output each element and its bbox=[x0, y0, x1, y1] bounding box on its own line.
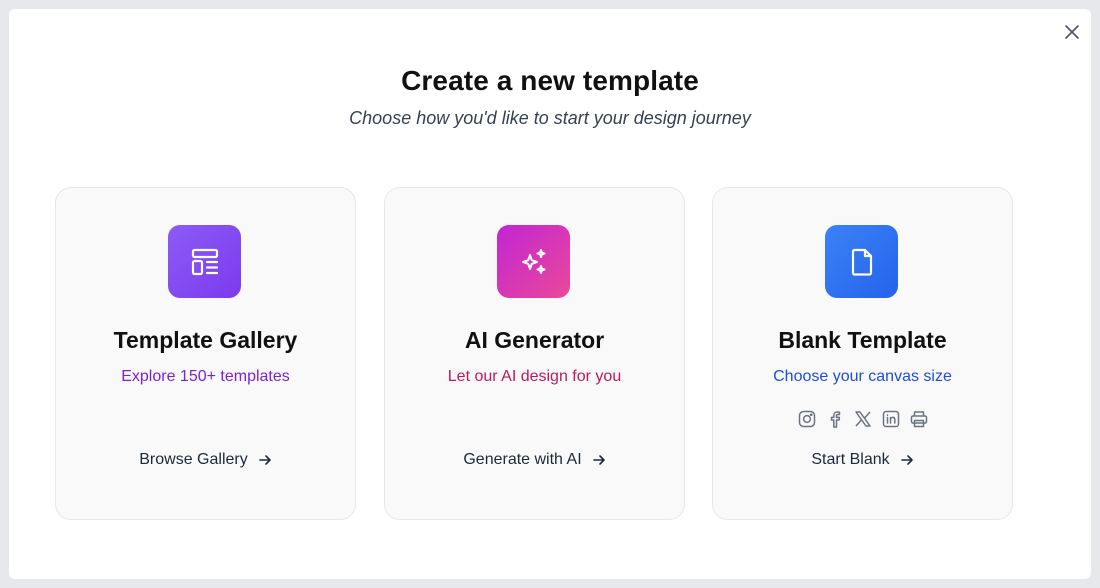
generate-with-ai-label: Generate with AI bbox=[463, 451, 582, 468]
facebook-icon[interactable] bbox=[825, 409, 845, 429]
blank-template-title: Blank Template bbox=[778, 327, 947, 353]
blank-template-icon-tile bbox=[825, 225, 898, 298]
ai-generator-subtitle: Let our AI design for you bbox=[447, 368, 622, 385]
close-button[interactable] bbox=[1062, 22, 1082, 42]
file-icon bbox=[851, 248, 872, 276]
template-gallery-title: Template Gallery bbox=[113, 327, 298, 353]
template-gallery-card[interactable]: Template Gallery Explore 150+ templates … bbox=[55, 187, 356, 520]
arrow-right-icon bbox=[258, 453, 272, 467]
printer-icon[interactable] bbox=[909, 409, 929, 429]
browse-gallery-label: Browse Gallery bbox=[139, 451, 248, 468]
linkedin-icon[interactable] bbox=[881, 409, 901, 429]
template-gallery-subtitle: Explore 150+ templates bbox=[121, 368, 290, 385]
start-blank-button[interactable]: Start Blank bbox=[713, 451, 1012, 469]
arrow-right-icon bbox=[592, 453, 606, 467]
dialog-subtitle: Choose how you'd like to start your desi… bbox=[349, 108, 751, 128]
layout-template-icon bbox=[191, 248, 218, 275]
close-icon bbox=[1065, 25, 1079, 39]
x-icon[interactable] bbox=[853, 409, 873, 429]
sparkles-icon bbox=[521, 248, 545, 274]
browse-gallery-button[interactable]: Browse Gallery bbox=[56, 451, 355, 469]
create-template-dialog: Create a new template Choose how you'd l… bbox=[9, 9, 1091, 579]
instagram-icon[interactable] bbox=[797, 409, 817, 429]
ai-generator-icon-tile bbox=[497, 225, 570, 298]
ai-generator-card[interactable]: AI Generator Let our AI design for you G… bbox=[384, 187, 685, 520]
generate-with-ai-button[interactable]: Generate with AI bbox=[385, 451, 684, 469]
blank-template-card[interactable]: Blank Template Choose your canvas size S… bbox=[712, 187, 1013, 520]
start-blank-label: Start Blank bbox=[811, 451, 890, 468]
arrow-right-icon bbox=[900, 453, 914, 467]
template-gallery-icon-tile bbox=[168, 225, 241, 298]
canvas-size-presets bbox=[713, 409, 1012, 429]
ai-generator-title: AI Generator bbox=[464, 327, 605, 353]
blank-template-subtitle: Choose your canvas size bbox=[773, 368, 952, 385]
dialog-title: Create a new template bbox=[401, 65, 699, 96]
